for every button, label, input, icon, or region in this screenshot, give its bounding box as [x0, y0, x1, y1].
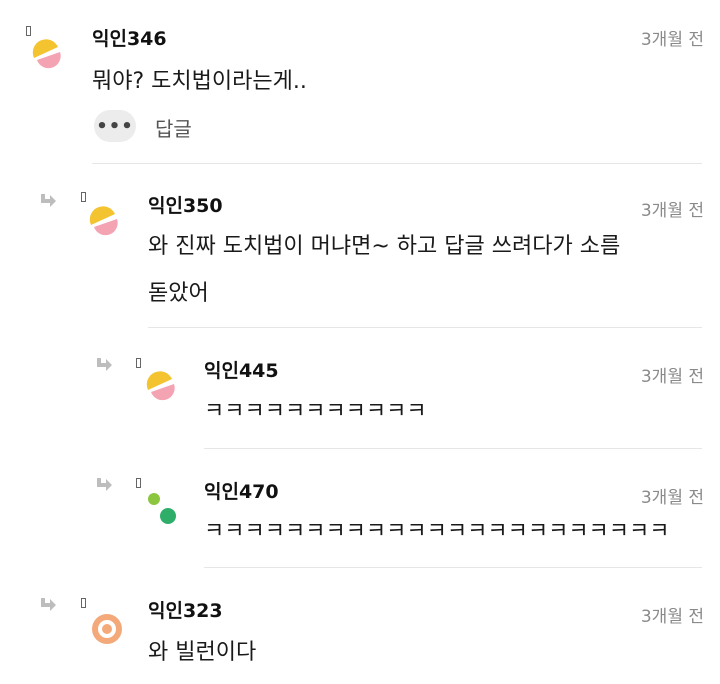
- comment-text: 와 빌런이다: [148, 640, 257, 665]
- comment-text: 와 진짜 도치법이 머냐면~ 하고 답글 쓰려다가 소름: [148, 234, 621, 259]
- comment-marker: [136, 358, 141, 368]
- comment-author[interactable]: 익인323: [148, 596, 223, 623]
- avatar[interactable]: [144, 490, 178, 524]
- avatar[interactable]: [90, 612, 124, 646]
- reply-arrow-icon: [41, 194, 56, 207]
- comment-author[interactable]: 익인445: [204, 356, 279, 383]
- comment-text: 돋았어: [148, 281, 209, 306]
- divider: [148, 327, 702, 328]
- more-button[interactable]: •••: [94, 110, 136, 142]
- comment-time: 3개월 전: [640, 367, 704, 387]
- comment-time: 3개월 전: [640, 607, 704, 627]
- reply-arrow-icon: [41, 598, 56, 611]
- comment-author[interactable]: 익인470: [204, 477, 279, 504]
- comment-time: 3개월 전: [640, 201, 704, 221]
- reply-arrow-icon: [97, 358, 112, 371]
- divider: [204, 448, 702, 449]
- comment-time: 3개월 전: [640, 30, 704, 50]
- divider: [204, 567, 702, 568]
- comment-text: ㅋㅋㅋㅋㅋㅋㅋㅋㅋㅋㅋㅋㅋㅋㅋㅋㅋㅋㅋㅋㅋㅋㅋ: [204, 519, 670, 544]
- comment-marker: [136, 478, 141, 488]
- reply-button[interactable]: 답글: [155, 113, 192, 142]
- avatar[interactable]: [144, 370, 178, 404]
- comment-marker: [81, 598, 86, 608]
- comment-text: 뭐야? 도치법이라는게..: [92, 69, 307, 94]
- comment-text: ㅋㅋㅋㅋㅋㅋㅋㅋㅋㅋㅋ: [204, 399, 427, 424]
- comment-author[interactable]: 익인346: [92, 24, 167, 51]
- reply-arrow-icon: [97, 478, 112, 491]
- avatar[interactable]: [87, 205, 121, 239]
- comment-marker: [26, 26, 31, 36]
- comment-marker: [81, 192, 86, 202]
- comment-author[interactable]: 익인350: [148, 191, 223, 218]
- comment-time: 3개월 전: [640, 488, 704, 508]
- avatar[interactable]: [30, 38, 64, 72]
- divider: [92, 163, 702, 164]
